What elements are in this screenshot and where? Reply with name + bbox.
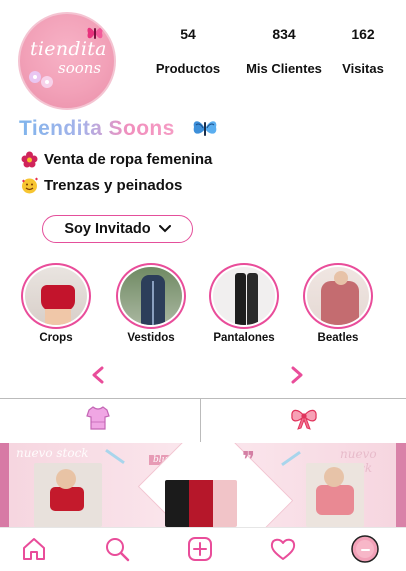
bottom-navigation [0, 527, 406, 571]
highlight-crops[interactable]: Crops [21, 263, 91, 344]
shirt-icon[interactable] [86, 405, 110, 436]
highlight-label: Crops [39, 332, 73, 344]
banner-script-left: nuevo stock [16, 446, 89, 460]
stat-visits[interactable]: 162 Visitas [333, 26, 393, 76]
avatar-logo-line2: soons [58, 59, 102, 77]
tabs-top-border [0, 398, 406, 399]
highlight-ring [21, 263, 91, 329]
highlight-photo [25, 267, 87, 325]
highlight-beatles[interactable]: Beatles [303, 263, 373, 344]
stat-products[interactable]: 54 Productos [150, 26, 230, 76]
highlight-photo [307, 267, 369, 325]
highlight-label: Pantalones [213, 332, 275, 344]
highlight-photo [120, 267, 182, 325]
banner-photo-1 [34, 463, 102, 527]
guest-button-label: Soy Invitado [64, 221, 151, 237]
highlight-ring [209, 263, 279, 329]
stat-clients[interactable]: 834 Mis Clientes [237, 26, 331, 76]
highlight-ring [116, 263, 186, 329]
chevron-left-icon[interactable] [91, 366, 105, 384]
stat-value: 162 [351, 26, 375, 42]
banner-stripe-left [0, 443, 9, 527]
smiling-hearts-emoji-icon [21, 177, 38, 194]
chevron-down-icon [158, 221, 171, 237]
highlight-photo [213, 267, 275, 325]
highlight-label: Vestidos [127, 332, 175, 344]
highlight-vestidos[interactable]: Vestidos [116, 263, 186, 344]
home-icon[interactable] [21, 536, 47, 567]
banner-deco-line [281, 450, 301, 467]
bio-text: Venta de ropa femenina [44, 151, 213, 168]
blue-butterfly-icon [192, 118, 218, 145]
guest-dropdown-button[interactable]: Soy Invitado [42, 215, 193, 243]
product-banner[interactable]: nuevo stock nuevo stock blusas ❞ [0, 443, 406, 527]
stat-label: Visitas [342, 61, 384, 76]
tabs-divider [200, 398, 201, 442]
banner-photo-2 [165, 480, 237, 527]
flowers-icon [27, 68, 57, 95]
highlight-label: Beatles [317, 332, 359, 344]
profile-avatar-icon[interactable] [350, 534, 380, 569]
bio-text: Trenzas y peinados [44, 177, 183, 194]
quote-marks-icon: ❞ [242, 447, 255, 472]
stat-label: Mis Clientes [246, 61, 322, 76]
add-post-icon[interactable] [187, 536, 213, 567]
stat-value: 54 [180, 26, 196, 42]
stat-value: 834 [272, 26, 296, 42]
profile-avatar[interactable]: tiendita soons [18, 12, 116, 110]
heart-icon[interactable] [270, 536, 296, 567]
chevron-right-icon[interactable] [290, 366, 304, 384]
bio-line-2: Trenzas y peinados [21, 177, 182, 194]
bio-line-1: Venta de ropa femenina [21, 151, 212, 168]
search-icon[interactable] [104, 536, 130, 567]
bow-icon[interactable] [290, 405, 318, 436]
stat-label: Productos [155, 61, 221, 76]
banner-deco-line [105, 448, 125, 465]
profile-name: Tiendita Soons [19, 117, 175, 140]
avatar-logo-line1: tiendita [30, 38, 107, 60]
highlight-ring [303, 263, 373, 329]
banner-photo-3 [306, 463, 364, 527]
highlight-pantalones[interactable]: Pantalones [209, 263, 279, 344]
flower-emoji-icon [21, 151, 38, 168]
